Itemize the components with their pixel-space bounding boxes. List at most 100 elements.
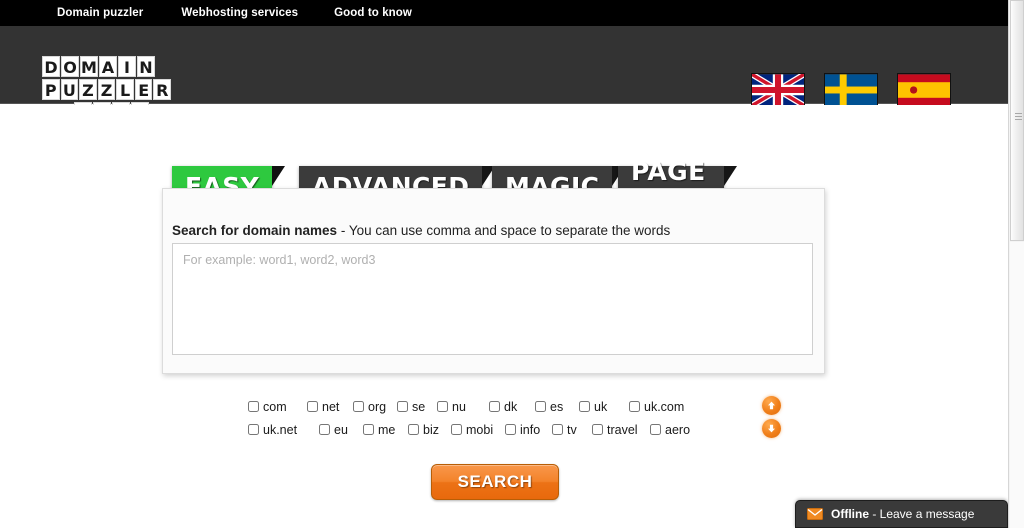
tld-option-com[interactable]: com	[248, 400, 307, 414]
tld-row-1: com net org se nu dk es uk uk.com	[248, 395, 718, 418]
tld-option-net[interactable]: net	[307, 400, 353, 414]
tld-label-se[interactable]: se	[412, 400, 425, 414]
tld-option-nu[interactable]: nu	[437, 400, 489, 414]
tld-checkbox-uknet[interactable]	[248, 424, 259, 435]
tld-checkbox-travel[interactable]	[592, 424, 603, 435]
chat-status-text: Offline - Leave a message	[831, 507, 974, 521]
tld-checkbox-mobi[interactable]	[451, 424, 462, 435]
tld-checkbox-dk[interactable]	[489, 401, 500, 412]
tld-option-biz[interactable]: biz	[408, 423, 451, 437]
live-chat-widget[interactable]: Offline - Leave a message	[795, 500, 1008, 528]
logo-tile: N	[137, 56, 155, 77]
tld-checkbox-se[interactable]	[397, 401, 408, 412]
envelope-icon	[807, 508, 823, 520]
tld-option-uk[interactable]: uk	[579, 400, 629, 414]
tld-label-net[interactable]: net	[322, 400, 339, 414]
tld-checkbox-aero[interactable]	[650, 424, 661, 435]
logo-tile: D	[42, 56, 60, 77]
page-scrollbar[interactable]	[1008, 0, 1024, 528]
arrow-down-icon	[768, 424, 775, 433]
tld-checkbox-tv[interactable]	[552, 424, 563, 435]
search-panel-label-hint: - You can use comma and space to separat…	[337, 223, 671, 238]
logo-line-2: P U Z Z L E R	[42, 79, 172, 101]
tld-option-ukcom[interactable]: uk.com	[629, 400, 699, 414]
scrollbar-grip-icon	[1015, 113, 1022, 120]
logo-tile: P	[42, 79, 60, 100]
tld-checkbox-ukcom[interactable]	[629, 401, 640, 412]
tld-label-org[interactable]: org	[368, 400, 386, 414]
tld-label-uknet[interactable]: uk.net	[263, 423, 297, 437]
tld-checkbox-com[interactable]	[248, 401, 259, 412]
logo-tile: Z	[79, 79, 97, 100]
search-input[interactable]	[172, 243, 813, 355]
tld-label-ukcom[interactable]: uk.com	[644, 400, 684, 414]
logo-tile: I	[118, 56, 136, 77]
tld-label-es[interactable]: es	[550, 400, 563, 414]
tld-option-me[interactable]: me	[363, 423, 408, 437]
tld-checkbox-eu[interactable]	[319, 424, 330, 435]
chat-status-hint: - Leave a message	[869, 507, 975, 521]
tld-label-biz[interactable]: biz	[423, 423, 439, 437]
tld-label-mobi[interactable]: mobi	[466, 423, 493, 437]
logo-tile: E	[134, 79, 153, 100]
arrow-up-icon	[768, 401, 775, 410]
tld-option-info[interactable]: info	[505, 423, 552, 437]
tld-label-aero[interactable]: aero	[665, 423, 690, 437]
tld-option-eu[interactable]: eu	[319, 423, 363, 437]
scrollbar-track[interactable]	[1010, 242, 1024, 528]
tld-checkbox-group: com net org se nu dk es uk uk.com uk.net…	[248, 395, 718, 441]
topnav-item-good-to-know[interactable]: Good to know	[334, 7, 412, 19]
search-panel: Search for domain names - You can use co…	[162, 188, 825, 374]
logo-line-1: D O M A I N	[42, 56, 172, 78]
tld-label-com[interactable]: com	[263, 400, 287, 414]
logo-tile: R	[153, 79, 172, 100]
tld-list-scroll-controls	[762, 396, 781, 442]
flag-sweden-icon[interactable]	[824, 73, 878, 107]
tld-option-aero[interactable]: aero	[650, 423, 710, 437]
tld-option-org[interactable]: org	[353, 400, 397, 414]
chat-status-label: Offline	[831, 507, 869, 521]
tld-checkbox-net[interactable]	[307, 401, 318, 412]
search-button[interactable]: SEARCH	[431, 464, 559, 500]
search-panel-label: Search for domain names - You can use co…	[172, 223, 670, 238]
search-panel-label-bold: Search for domain names	[172, 223, 338, 238]
tld-option-es[interactable]: es	[535, 400, 579, 414]
tld-checkbox-nu[interactable]	[437, 401, 448, 412]
tld-label-info[interactable]: info	[520, 423, 540, 437]
page-root: Domain puzzler Webhosting services Good …	[0, 0, 1024, 528]
tld-checkbox-uk[interactable]	[579, 401, 590, 412]
tld-checkbox-biz[interactable]	[408, 424, 419, 435]
tld-option-mobi[interactable]: mobi	[451, 423, 505, 437]
tld-label-travel[interactable]: travel	[607, 423, 638, 437]
logo-tile: Z	[97, 79, 116, 100]
tld-option-tv[interactable]: tv	[552, 423, 592, 437]
tld-label-uk[interactable]: uk	[594, 400, 607, 414]
logo-tile: U	[60, 79, 79, 100]
scroll-up-button[interactable]	[762, 396, 781, 415]
scrollbar-thumb[interactable]	[1010, 0, 1024, 241]
topnav-item-domain-puzzler[interactable]: Domain puzzler	[57, 7, 143, 19]
tld-checkbox-org[interactable]	[353, 401, 364, 412]
tld-label-tv[interactable]: tv	[567, 423, 577, 437]
language-flag-selector	[751, 73, 951, 107]
logo-tile: L	[116, 79, 134, 100]
tld-label-me[interactable]: me	[378, 423, 395, 437]
tld-option-se[interactable]: se	[397, 400, 437, 414]
topnav-item-webhosting-services[interactable]: Webhosting services	[181, 7, 298, 19]
tld-label-nu[interactable]: nu	[452, 400, 466, 414]
flag-uk-icon[interactable]	[751, 73, 805, 107]
tld-label-eu[interactable]: eu	[334, 423, 348, 437]
tld-checkbox-info[interactable]	[505, 424, 516, 435]
tld-checkbox-es[interactable]	[535, 401, 546, 412]
site-header: D O M A I N P U Z Z L E R . C O M	[0, 26, 1008, 123]
logo-tile: M	[80, 56, 98, 77]
tld-option-uknet[interactable]: uk.net	[248, 423, 319, 437]
tld-row-2: uk.net eu me biz mobi info tv travel aer…	[248, 418, 718, 441]
scroll-down-button[interactable]	[762, 419, 781, 438]
logo-tile: A	[99, 56, 117, 77]
tld-label-dk[interactable]: dk	[504, 400, 517, 414]
tld-checkbox-me[interactable]	[363, 424, 374, 435]
tld-option-dk[interactable]: dk	[489, 400, 535, 414]
tld-option-travel[interactable]: travel	[592, 423, 650, 437]
flag-spain-icon[interactable]	[897, 73, 951, 107]
